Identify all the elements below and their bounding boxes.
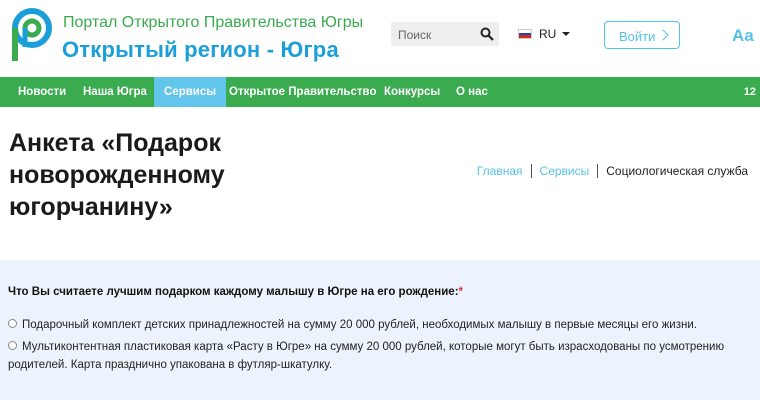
search-placeholder: Поиск bbox=[398, 28, 432, 42]
chevron-down-icon bbox=[562, 32, 571, 36]
nav-item-more[interactable]: 12 bbox=[744, 77, 756, 107]
portal-title[interactable]: Портал Открытого Правительства Югры bbox=[63, 14, 363, 32]
breadcrumb-current: Социологическая служба bbox=[606, 164, 748, 178]
language-label: RU bbox=[539, 27, 557, 41]
radio-button[interactable] bbox=[8, 319, 17, 328]
survey-option[interactable]: Подарочный комплект детских принадлежнос… bbox=[8, 316, 748, 334]
breadcrumb-services[interactable]: Сервисы bbox=[532, 164, 598, 178]
nav-item-services[interactable]: Сервисы bbox=[154, 77, 227, 107]
russia-flag-icon bbox=[518, 29, 532, 39]
font-size-toggle[interactable]: Aa bbox=[732, 26, 754, 46]
portal-logo-icon[interactable] bbox=[10, 7, 54, 63]
breadcrumb: Главная Сервисы Социологическая служба bbox=[469, 164, 748, 178]
survey-form: Что Вы считаете лучшим подарком каждому … bbox=[0, 260, 760, 400]
nav-item-our-yugra[interactable]: Наша Югра bbox=[73, 77, 157, 107]
option-label: Подарочный комплект детских принадлежнос… bbox=[22, 319, 697, 331]
radio-button[interactable] bbox=[8, 341, 17, 350]
question-text: Что Вы считаете лучшим подарком каждому … bbox=[8, 286, 459, 298]
required-mark: * bbox=[458, 286, 464, 298]
nav-item-open-government[interactable]: Открытое Правительство bbox=[219, 77, 386, 107]
chevron-right-icon bbox=[657, 29, 669, 41]
nav-item-news[interactable]: Новости bbox=[8, 77, 76, 107]
language-selector[interactable]: RU bbox=[518, 27, 571, 41]
main-nav: Новости Наша Югра Сервисы Открытое Прави… bbox=[0, 77, 760, 107]
survey-option[interactable]: Мультиконтентная пластиковая карта «Раст… bbox=[8, 338, 748, 374]
survey-question: Что Вы считаете лучшим подарком каждому … bbox=[8, 286, 463, 298]
nav-item-about[interactable]: О нас bbox=[446, 77, 498, 107]
page-title: Анкета «Подарок новорожденному югорчанин… bbox=[9, 129, 225, 221]
nav-item-contests[interactable]: Конкурсы bbox=[374, 77, 450, 107]
breadcrumb-home[interactable]: Главная bbox=[469, 164, 531, 178]
search-input[interactable]: Поиск bbox=[391, 22, 499, 46]
site-header: Портал Открытого Правительства Югры Откр… bbox=[0, 0, 760, 77]
login-button[interactable]: Войти bbox=[604, 21, 680, 49]
login-label: Войти bbox=[619, 29, 656, 44]
site-name[interactable]: Открытый регион - Югра bbox=[62, 37, 339, 63]
option-label: Мультиконтентная пластиковая карта «Раст… bbox=[8, 341, 725, 371]
search-icon[interactable] bbox=[480, 27, 494, 41]
